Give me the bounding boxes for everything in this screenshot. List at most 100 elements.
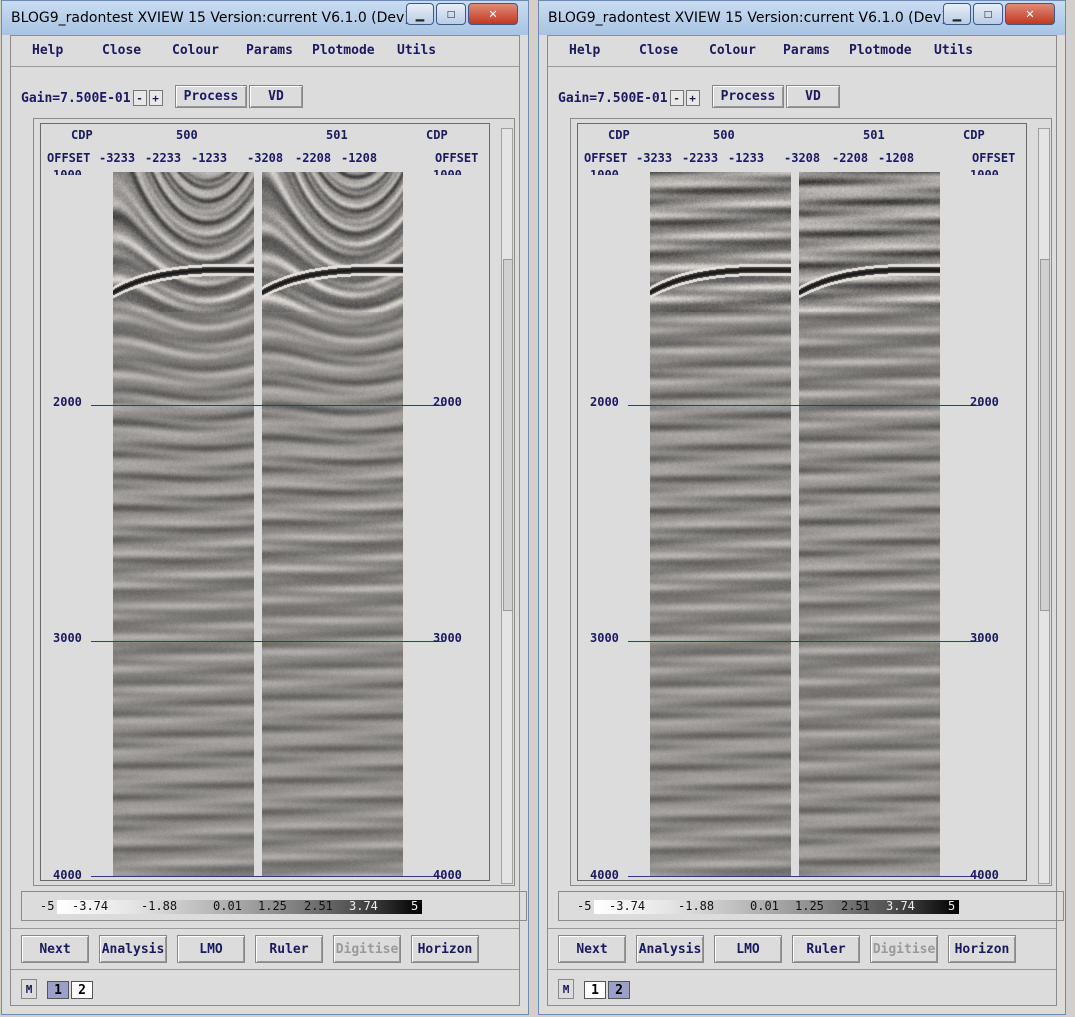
menu-plotmode[interactable]: Plotmode [849,43,912,58]
offset-2-2: -2208 [832,151,869,165]
menu-help[interactable]: Help [32,43,63,58]
gain-increase-button[interactable]: + [148,90,163,106]
close-icon[interactable]: ✕ [468,3,518,25]
menu-help[interactable]: Help [569,43,600,58]
time-label-1000-right: 1000 [433,168,462,175]
time-label-1000-left: 1000 [53,168,82,175]
seismic-plot[interactable]: CDP 500 501 CDP OFFSET -3233 -2233 -1233… [40,123,490,881]
time-label-4000-left: 4000 [53,868,82,881]
seismic-panel-cdp-501 [262,172,403,877]
ruler-button[interactable]: Ruler [792,935,860,963]
next-button[interactable]: Next [21,935,89,963]
vertical-scrollbar[interactable] [501,128,513,884]
page-selector-bar: M 1 2 [11,973,519,1003]
process-button[interactable]: Process [175,85,247,108]
time-label-2000-right: 2000 [433,395,462,409]
menu-bar: Help Close Colour Params Plotmode Utils [548,36,1056,67]
cdp-value-2: 501 [863,128,885,142]
vd-button[interactable]: VD [786,85,840,108]
m-button[interactable]: M [21,979,37,999]
maximize-icon[interactable]: ☐ [973,3,1003,25]
menu-close[interactable]: Close [639,43,678,58]
offset-label-left: OFFSET [584,151,628,165]
action-button-row: Next Analysis LMO Ruler Digitise Horizon [11,928,519,970]
lmo-button[interactable]: LMO [177,935,245,963]
offset-2-1: -3208 [784,151,821,165]
gain-control: Gain=7.500E-01 - + [21,88,163,108]
action-button-row: Next Analysis LMO Ruler Digitise Horizon [548,928,1056,970]
colour-scale: -5 -3.74 -1.88 0.01 1.25 2.51 3.74 5 [21,891,527,921]
scale-label-7: 5 [948,899,956,913]
cdp-label-left: CDP [608,128,630,142]
colour-scale: -5 -3.74 -1.88 0.01 1.25 2.51 3.74 5 [558,891,1064,921]
time-line-4000 [91,876,443,877]
scale-label-4: 1.25 [258,899,287,913]
scrollbar-thumb[interactable] [1040,259,1050,611]
window-title: BLOG9_radontest XVIEW 15 Version:current… [11,10,410,26]
time-label-3000-right: 3000 [970,631,999,645]
digitise-button[interactable]: Digitise [870,935,938,963]
vd-button[interactable]: VD [249,85,303,108]
menu-params[interactable]: Params [783,43,830,58]
menu-plotmode[interactable]: Plotmode [312,43,375,58]
time-label-4000-left: 4000 [590,868,619,881]
menu-params[interactable]: Params [246,43,293,58]
page-2-button[interactable]: 2 [608,981,630,999]
ruler-button[interactable]: Ruler [255,935,323,963]
scrollbar-thumb[interactable] [503,259,513,611]
scale-label-2: -1.88 [141,899,178,913]
time-label-2000-right: 2000 [970,395,999,409]
menu-close[interactable]: Close [102,43,141,58]
seismic-panel-cdp-500 [113,172,254,877]
gain-decrease-button[interactable]: - [669,90,684,106]
menu-colour[interactable]: Colour [709,43,756,58]
process-button[interactable]: Process [712,85,784,108]
time-label-3000-right: 3000 [433,631,462,645]
offset-1-1: -3233 [636,151,673,165]
gain-decrease-button[interactable]: - [132,90,147,106]
time-label-1000-left: 1000 [590,168,619,175]
m-button[interactable]: M [558,979,574,999]
scale-label-4: 1.25 [795,899,824,913]
plot-frame: CDP 500 501 CDP OFFSET -3233 -2233 -1233… [570,118,1052,886]
scale-label-0: -5 [40,899,55,913]
vertical-scrollbar[interactable] [1038,128,1050,884]
next-button[interactable]: Next [558,935,626,963]
digitise-button[interactable]: Digitise [333,935,401,963]
scale-label-5: 2.51 [304,899,333,913]
scale-label-1: -3.74 [609,899,646,913]
xview-window-right: BLOG9_radontest XVIEW 15 Version:current… [538,0,1066,1015]
offset-2-2: -2208 [295,151,332,165]
seismic-panel-cdp-501 [799,172,940,877]
lmo-button[interactable]: LMO [714,935,782,963]
title-bar[interactable]: BLOG9_radontest XVIEW 15 Version:current… [539,1,1065,35]
time-label-4000-right: 4000 [433,868,462,881]
cdp-label-right: CDP [963,128,985,142]
page-1-button[interactable]: 1 [584,981,606,999]
minimize-icon[interactable]: ▁ [943,3,971,25]
client-area: Help Close Colour Params Plotmode Utils … [547,35,1064,1006]
page-2-button[interactable]: 2 [71,981,93,999]
cdp-label-left: CDP [71,128,93,142]
minimize-icon[interactable]: ▁ [406,3,434,25]
time-label-1000-right: 1000 [970,168,999,175]
cdp-value-1: 500 [176,128,198,142]
analysis-button[interactable]: Analysis [636,935,704,963]
title-bar[interactable]: BLOG9_radontest XVIEW 15 Version:current… [2,1,528,35]
gain-control: Gain=7.500E-01 - + [558,88,700,108]
page-1-button[interactable]: 1 [47,981,69,999]
menu-utils[interactable]: Utils [397,43,436,58]
seismic-plot[interactable]: CDP 500 501 CDP OFFSET -3233 -2233 -1233… [577,123,1027,881]
horizon-button[interactable]: Horizon [948,935,1016,963]
analysis-button[interactable]: Analysis [99,935,167,963]
menu-utils[interactable]: Utils [934,43,973,58]
offset-label-right: OFFSET [435,151,479,165]
menu-colour[interactable]: Colour [172,43,219,58]
horizon-button[interactable]: Horizon [411,935,479,963]
gain-increase-button[interactable]: + [685,90,700,106]
offset-1-3: -1233 [728,151,765,165]
scale-label-2: -1.88 [678,899,715,913]
maximize-icon[interactable]: ☐ [436,3,466,25]
close-icon[interactable]: ✕ [1005,3,1055,25]
offset-2-1: -3208 [247,151,284,165]
